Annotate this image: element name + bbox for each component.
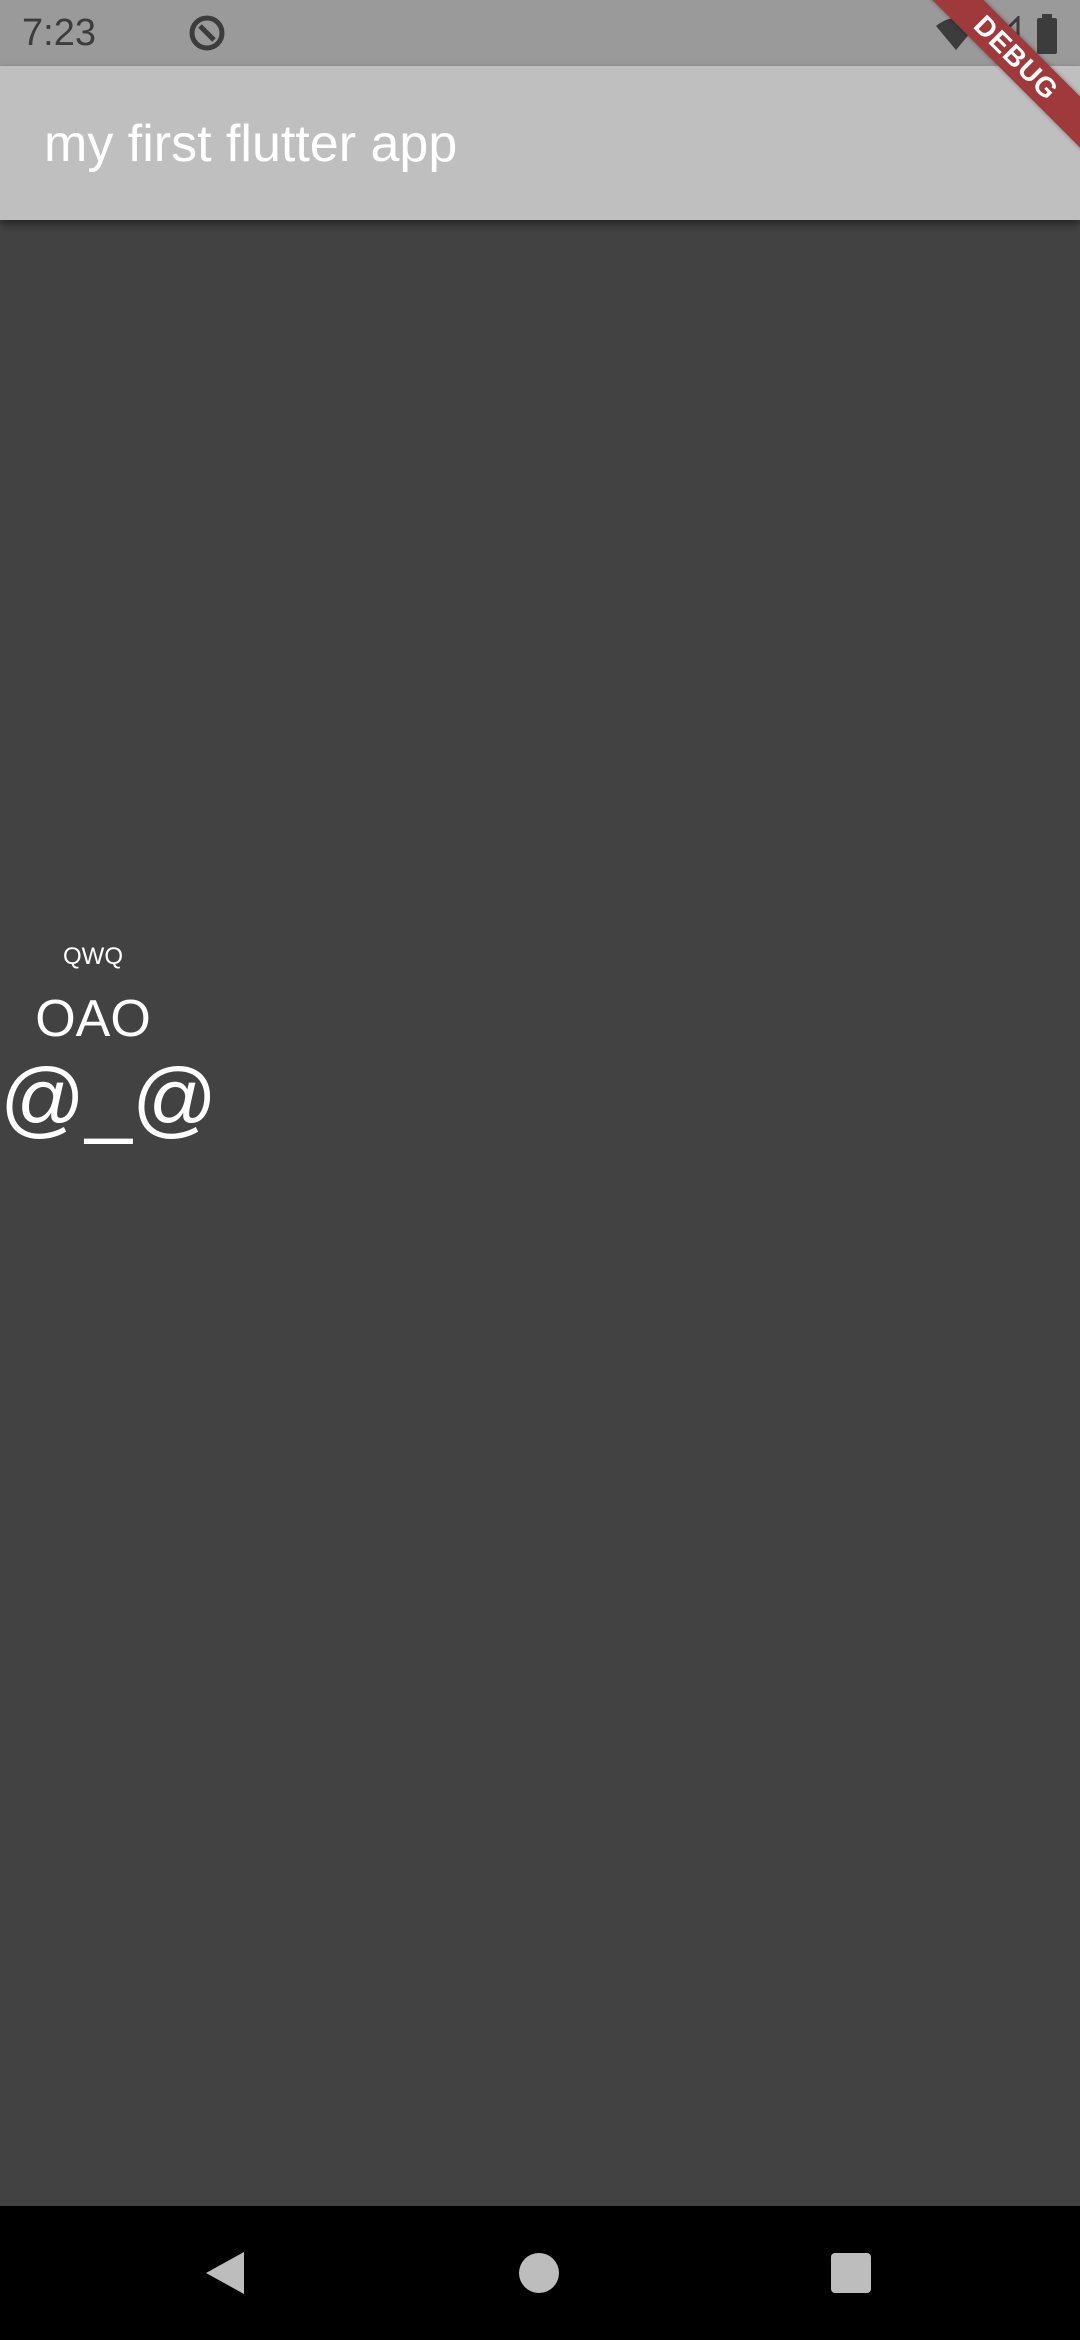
navigation-bar xyxy=(0,2206,1080,2340)
text-qwq: QWQ xyxy=(63,943,123,970)
notification-icon xyxy=(189,15,225,51)
home-icon[interactable] xyxy=(518,2252,560,2294)
recents-icon[interactable] xyxy=(830,2252,872,2294)
back-icon[interactable] xyxy=(204,2250,246,2296)
debug-banner: DEBUG xyxy=(920,0,1080,160)
app-bar: my first flutter app xyxy=(0,66,1080,220)
text-column: QWQ OAO @_@ xyxy=(0,942,218,1146)
text-oao: OAO xyxy=(35,990,151,1048)
status-time: 7:23 xyxy=(22,12,96,54)
app-bar-title: my first flutter app xyxy=(44,115,458,173)
app-screen: 7:23 my first flutter app DEBUG QWQ OAO … xyxy=(0,0,1080,2340)
text-at-at: @_@ xyxy=(0,1051,218,1145)
status-bar: 7:23 xyxy=(0,0,1080,66)
debug-banner-label: DEBUG xyxy=(920,0,1080,160)
body-area xyxy=(0,220,1080,2206)
